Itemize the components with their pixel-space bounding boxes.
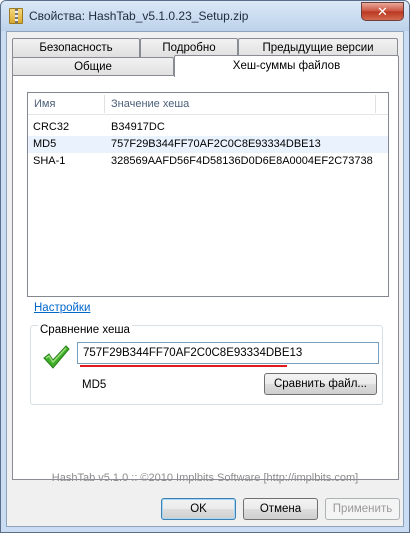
settings-link[interactable]: Настройки	[34, 302, 90, 314]
match-underline	[80, 365, 287, 367]
close-icon: ✕	[377, 3, 388, 19]
cancel-button[interactable]: Отмена	[243, 498, 318, 520]
ok-button[interactable]: OK	[161, 498, 236, 520]
hash-value: 757F29B344FF70AF2C0C8E93334DBE13	[111, 138, 321, 150]
match-algorithm-label: MD5	[82, 379, 107, 391]
hash-row-sha1[interactable]: SHA-1 328569AAFD56F4D58136D0D6E8A0004EF2…	[28, 153, 388, 170]
hash-list-header: Имя Значение хеша	[28, 93, 388, 115]
title-bar[interactable]: Свойства: HashTab_v5.1.0.23_Setup.zip ✕	[1, 1, 409, 31]
hash-row-crc32[interactable]: CRC32 B34917DC	[28, 119, 388, 136]
hashtab-footer: HashTab v5.1.0 :: ©2010 Implbits Softwar…	[51, 472, 359, 484]
hash-comparison-legend: Сравнение хеша	[38, 324, 132, 336]
tab-security[interactable]: Безопасность	[12, 38, 140, 58]
column-header-hash-value[interactable]: Значение хеша	[105, 93, 375, 115]
column-divider[interactable]	[375, 95, 376, 113]
hash-compare-input[interactable]	[77, 342, 379, 364]
hash-row-md5[interactable]: MD5 757F29B344FF70AF2C0C8E93334DBE13	[28, 136, 388, 153]
zip-file-icon	[9, 8, 23, 24]
close-button[interactable]: ✕	[361, 2, 404, 21]
hash-list[interactable]: Имя Значение хеша CRC32 B34917DC MD5 757…	[27, 92, 389, 297]
column-header-name[interactable]: Имя	[28, 93, 104, 115]
dialog-client-area: Безопасность Подробно Предыдущие версии …	[6, 31, 404, 527]
apply-button[interactable]: Применить	[325, 498, 400, 520]
green-check-icon	[43, 345, 70, 369]
compare-file-button[interactable]: Сравнить файл...	[264, 373, 377, 395]
hash-name: MD5	[33, 138, 57, 150]
hash-name: SHA-1	[33, 155, 66, 167]
hash-value: 328569AAFD56F4D58136D0D6E8A0004EF2C73738	[111, 155, 373, 167]
tab-general[interactable]: Общие	[12, 57, 174, 77]
properties-window: Свойства: HashTab_v5.1.0.23_Setup.zip ✕ …	[0, 0, 410, 533]
window-title: Свойства: HashTab_v5.1.0.23_Setup.zip	[29, 9, 249, 23]
hash-value: B34917DC	[111, 121, 165, 133]
tab-file-hashes[interactable]: Хеш-суммы файлов	[174, 55, 399, 77]
hash-name: CRC32	[33, 121, 70, 133]
